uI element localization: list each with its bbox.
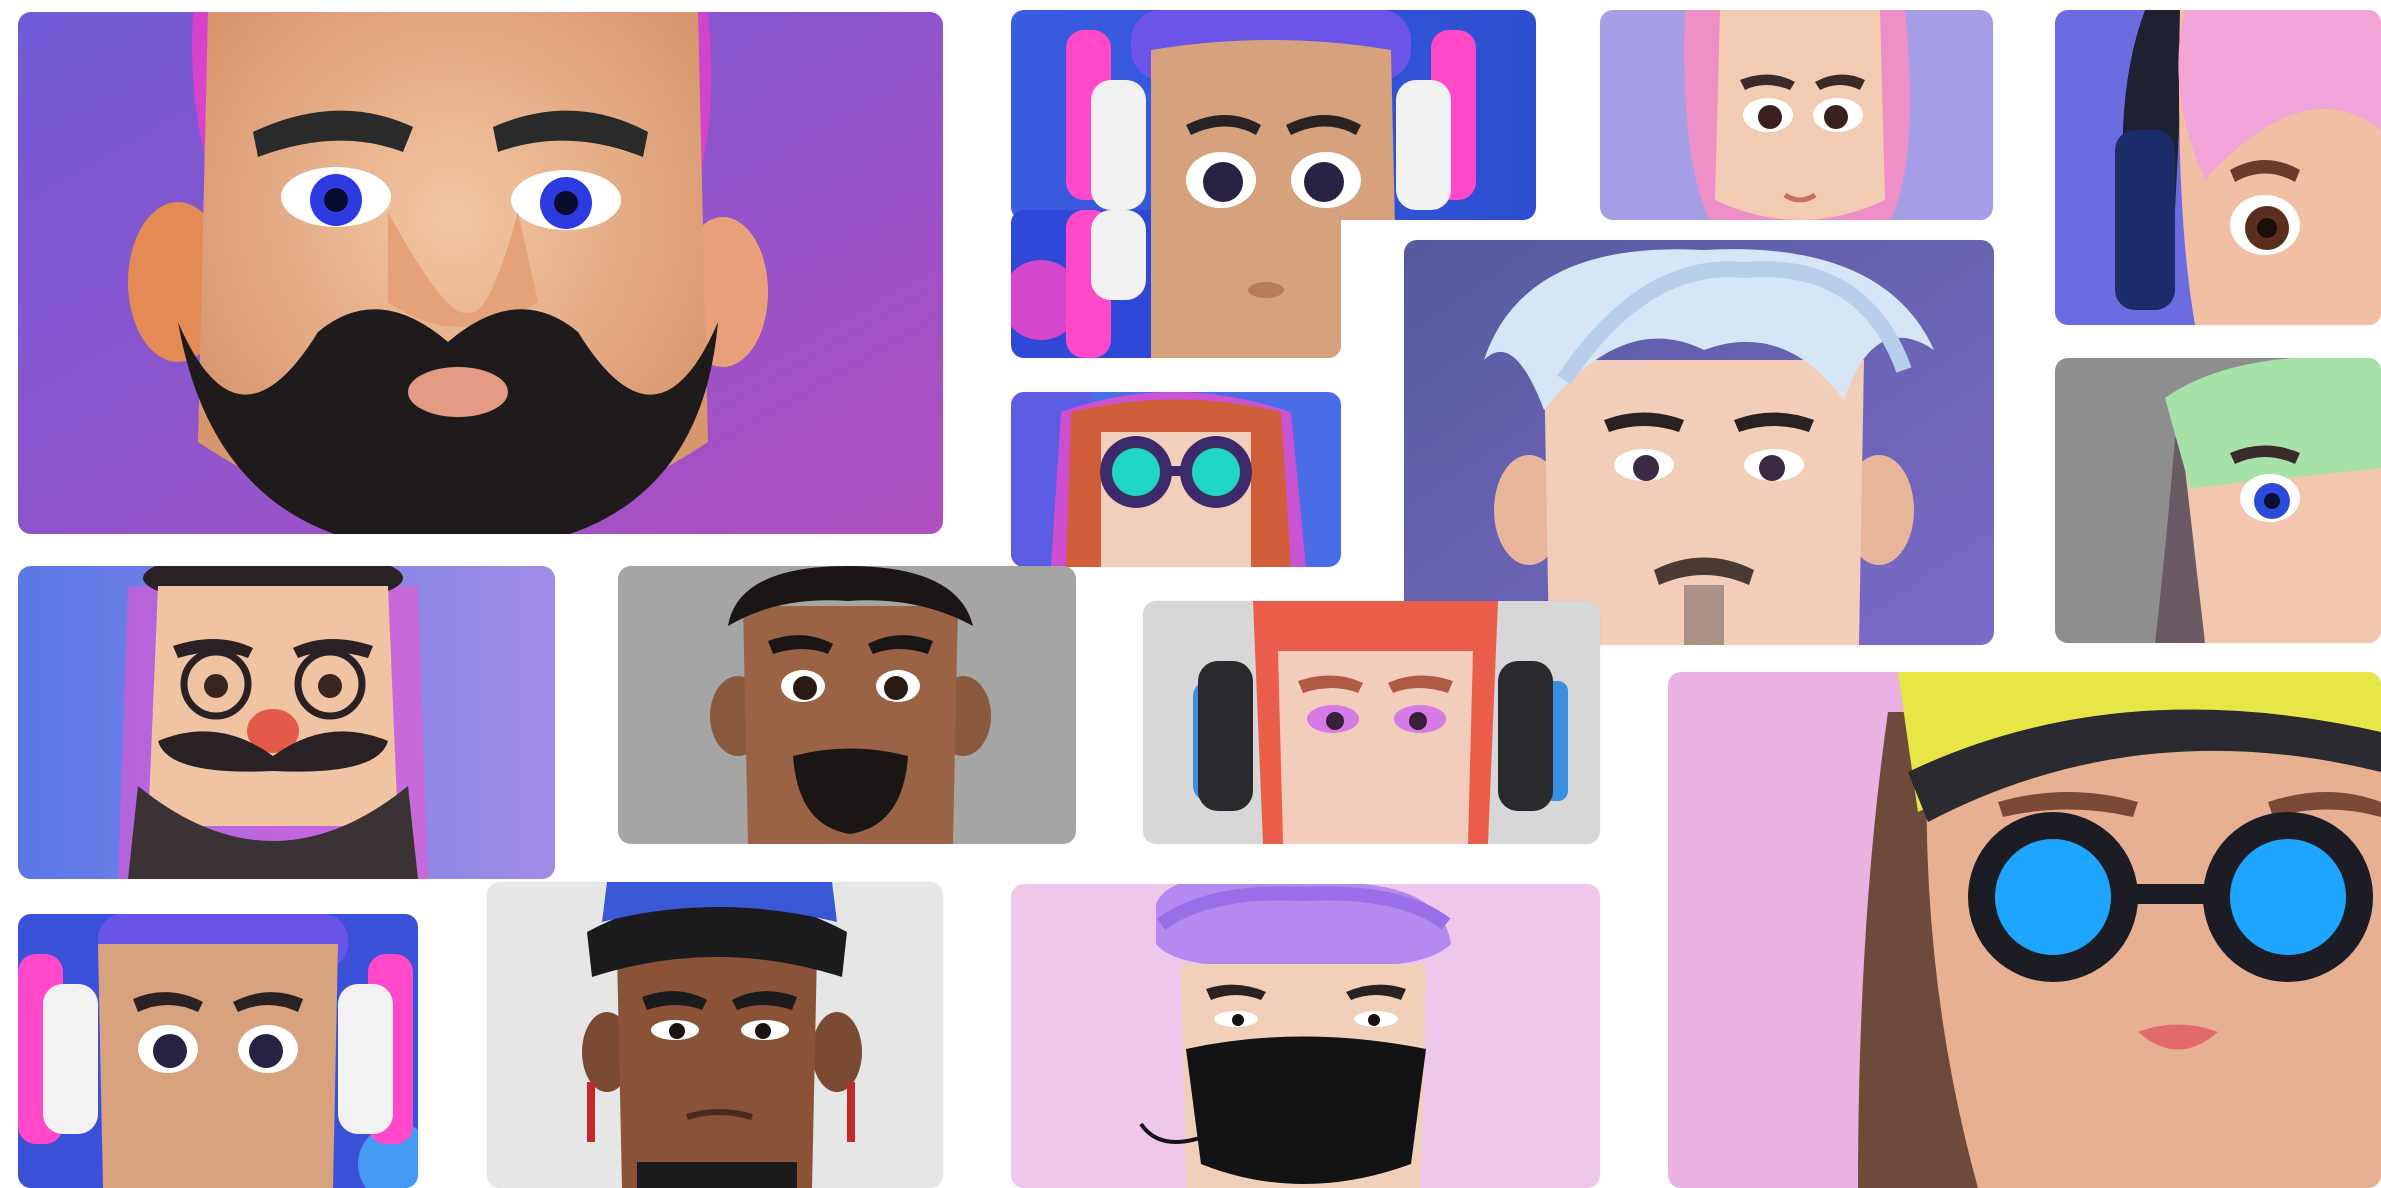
- girl-headphones-avatar-lower: [1011, 210, 1341, 358]
- avatar-tile-yellow-beanie-goggles[interactable]: [1668, 672, 2381, 1188]
- avatar-tile-mustache-glasses[interactable]: [18, 566, 555, 879]
- avatar-tile-bearded-man[interactable]: [18, 12, 943, 534]
- redhead-headphones-avatar: [1143, 601, 1600, 844]
- avatar-tile-purple-hair-mask[interactable]: [1011, 884, 1600, 1188]
- pink-hair-headset-avatar: [2055, 10, 2381, 325]
- green-beanie-avatar: [2055, 358, 2381, 643]
- avatar-tile-pink-hair-headset[interactable]: [2055, 10, 2381, 325]
- black-cap-man-avatar: [487, 882, 943, 1188]
- avatar-tile-girl-headphones-small[interactable]: [18, 914, 418, 1188]
- girl-headphones-small-avatar: [18, 914, 418, 1188]
- mustache-glasses-avatar: [18, 566, 555, 879]
- pink-hair-girl-avatar: [1600, 10, 1993, 220]
- avatar-tile-dark-skin-man[interactable]: [618, 566, 1076, 844]
- avatar-tile-green-beanie[interactable]: [2055, 358, 2381, 643]
- avatar-tile-pink-hair-girl[interactable]: [1600, 10, 1993, 220]
- bearded-man-avatar: [18, 12, 943, 534]
- white-hair-man-avatar: [1404, 240, 1994, 645]
- dark-skin-man-avatar: [618, 566, 1076, 844]
- yellow-beanie-goggles-avatar: [1668, 672, 2381, 1188]
- avatar-tile-white-hair-man[interactable]: [1404, 240, 1994, 645]
- avatar-tile-black-cap-man[interactable]: [487, 882, 943, 1188]
- girl-headphones-avatar: [1011, 10, 1536, 220]
- goggles-redhead-avatar: [1011, 392, 1341, 567]
- avatar-tile-girl-headphones[interactable]: [1011, 10, 1536, 220]
- avatar-tile-girl-headphones-lower[interactable]: [1011, 210, 1341, 358]
- avatar-tile-redhead-headphones[interactable]: [1143, 601, 1600, 844]
- avatar-tile-goggles-redhead[interactable]: [1011, 392, 1341, 567]
- purple-hair-mask-avatar: [1011, 884, 1600, 1188]
